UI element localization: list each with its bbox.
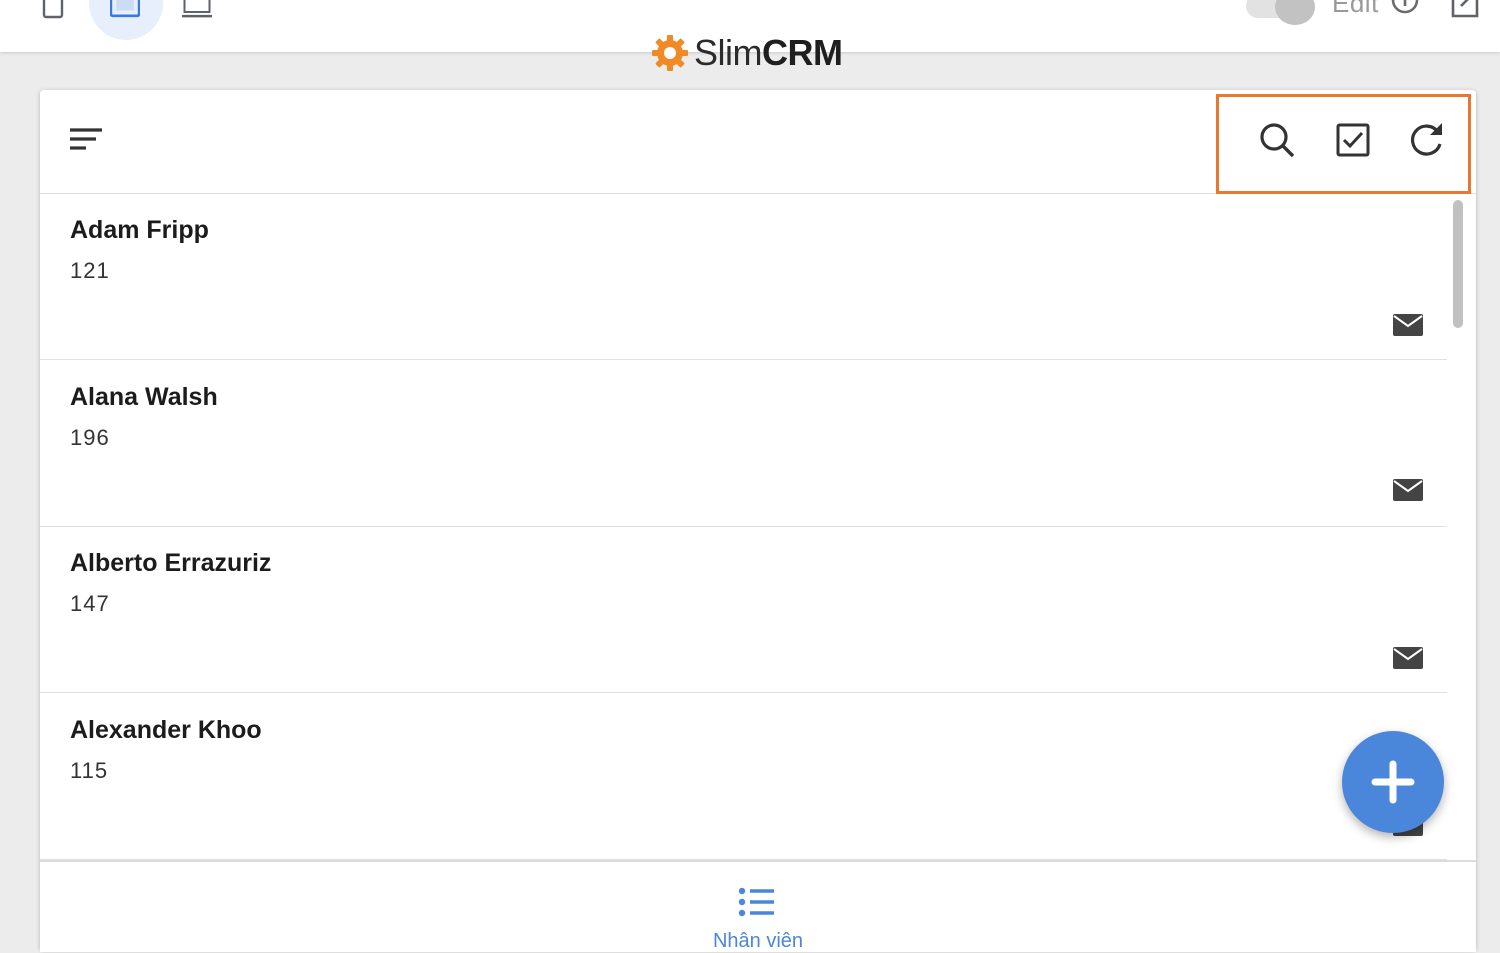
scrollbar-thumb[interactable] <box>1453 200 1463 328</box>
brand-name-suffix: CRM <box>762 32 843 73</box>
refresh-icon[interactable] <box>1406 120 1446 160</box>
gear-logo-icon <box>652 35 688 71</box>
contact-number: 147 <box>70 591 110 616</box>
contact-list-card: Adam Fripp 121 Alana Walsh 196 Alberto E… <box>40 90 1476 952</box>
contact-number: 196 <box>70 425 110 450</box>
list-item[interactable]: Adam Fripp 121 <box>40 194 1447 360</box>
contact-number: 115 <box>70 758 109 783</box>
list-item[interactable]: Alberto Errazuriz 147 <box>40 527 1447 693</box>
search-icon[interactable] <box>1257 120 1297 160</box>
mail-icon[interactable] <box>1392 477 1424 508</box>
contact-name: Alana Walsh <box>70 383 218 411</box>
mail-icon[interactable] <box>1392 312 1424 343</box>
contact-name: Alexander Khoo <box>70 716 262 744</box>
brand-logo: Slim CRM <box>650 32 843 74</box>
plus-icon <box>1371 760 1415 804</box>
list-item[interactable]: Alexander Khoo 115 <box>40 694 1447 860</box>
edit-toggle-knob[interactable] <box>1275 0 1315 25</box>
desktop-view-icon[interactable] <box>182 0 212 22</box>
phone-view-icon[interactable] <box>38 0 68 22</box>
brand-name-prefix: Slim <box>694 32 763 73</box>
contact-name: Alberto Errazuriz <box>70 549 272 577</box>
nav-label-employees[interactable]: Nhân viên <box>708 930 808 953</box>
checkbox-icon[interactable] <box>1333 120 1373 160</box>
contact-number: 121 <box>70 258 110 283</box>
mail-icon[interactable] <box>1392 645 1424 676</box>
add-contact-button[interactable] <box>1342 731 1444 833</box>
contact-list[interactable]: Adam Fripp 121 Alana Walsh 196 Alberto E… <box>40 194 1447 860</box>
tablet-view-icon[interactable] <box>110 0 140 22</box>
bottom-nav: Nhân viên <box>40 860 1476 952</box>
edit-label: Edit <box>1332 0 1379 18</box>
info-icon[interactable] <box>1390 0 1420 25</box>
list-icon[interactable] <box>738 886 776 923</box>
edit-square-icon[interactable] <box>1449 0 1481 25</box>
list-item[interactable]: Alana Walsh 196 <box>40 361 1447 527</box>
contact-name: Adam Fripp <box>70 216 209 244</box>
sort-icon[interactable] <box>68 126 104 161</box>
